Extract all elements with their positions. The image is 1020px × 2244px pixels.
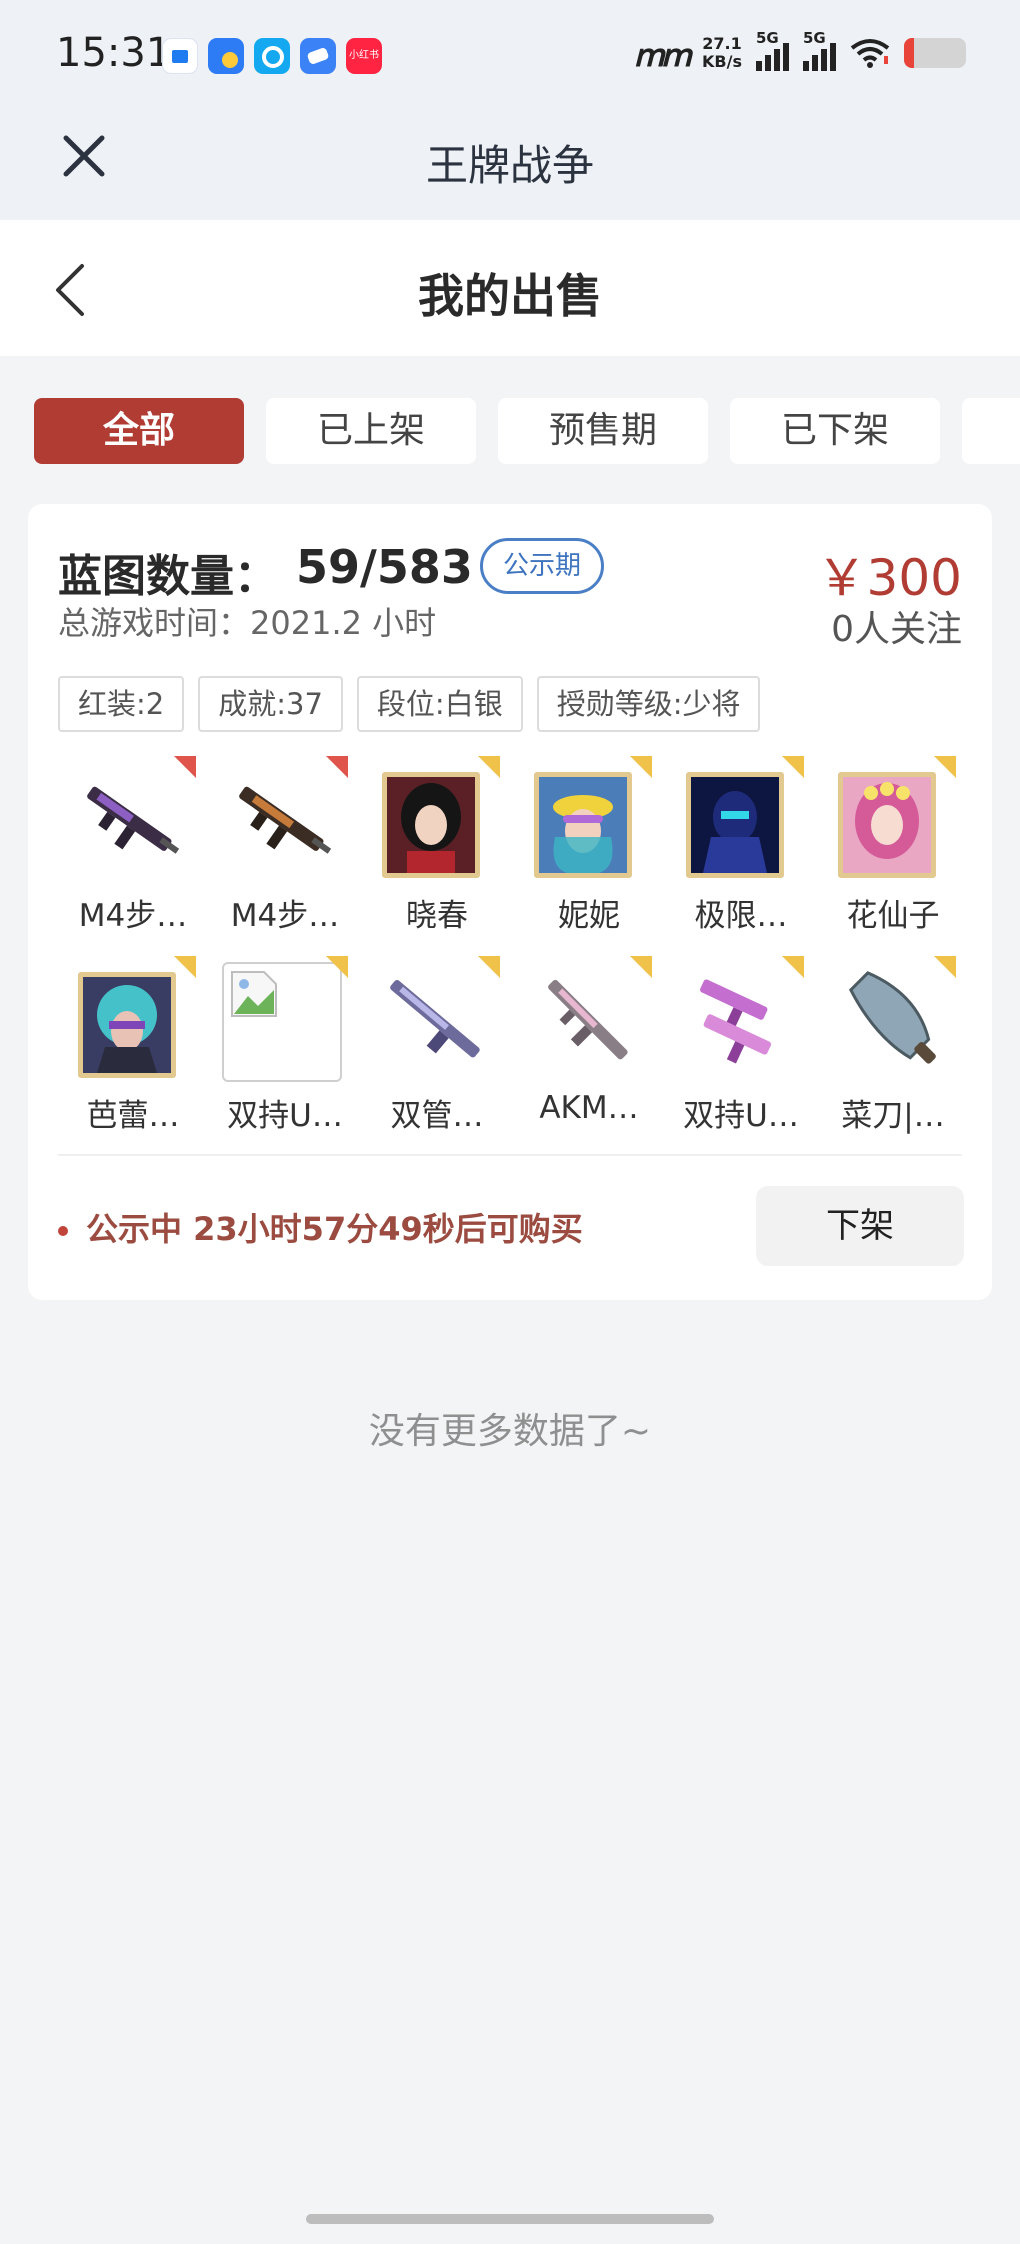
listing-card[interactable]: 蓝图数量： 59/583 公示期 总游戏时间：2021.2 小时 ￥300 0人… [28,504,992,1300]
signal-icon: 5G [756,29,789,71]
character-portrait [382,772,480,878]
tag-medal-level: 授勋等级:少将 [536,676,761,732]
character-portrait [838,772,936,878]
item-name: M4步… [78,898,188,934]
tag-red-gear: 红装:2 [58,676,185,732]
item-tile[interactable]: 妮妮 [514,754,654,944]
item-name: 妮妮 [558,898,620,934]
tab-presale[interactable]: 预售期 [498,398,708,464]
no-more-data: 没有更多数据了~ [368,1411,652,1452]
item-name: 晓春 [406,898,468,934]
item-name: 双持U… [227,1098,343,1134]
clock: 15:31 [56,30,172,76]
network-speed-value: 27.1 [702,34,742,53]
tab-more[interactable]: 已 [962,398,1020,464]
item-name: 双持U… [683,1098,799,1134]
app-notification-icon [208,38,244,74]
item-tile[interactable]: 双管… [362,954,502,1144]
rifle-icon [87,786,180,854]
attribute-tags: 红装:2 成就:37 段位:白银 授勋等级:少将 [58,676,761,732]
carrier-icon: ՠՠ [633,35,692,75]
item-tile[interactable]: AKM… [514,954,654,1144]
notice-text: 公示中 23小时57分49秒后可购买 [86,1210,583,1248]
filter-tabs: 全部 已上架 预售期 已下架 已 [34,398,1020,464]
notification-icons: 小红书 [162,38,382,74]
tab-all[interactable]: 全部 [34,398,244,464]
rifle-icon [239,786,332,854]
item-name: 芭蕾… [86,1098,180,1134]
item-tile[interactable]: M4步… [58,754,198,944]
blueprint-label: 蓝图数量： [58,551,278,602]
network-speed: 27.1 KB/s [702,35,742,71]
xiaohongshu-icon: 小红书 [346,38,382,74]
signal-label: 5G [803,29,826,47]
status-badge: 公示期 [480,538,605,594]
blueprint-count: 59/583 [296,540,473,594]
item-image [374,756,500,880]
item-name: 花仙子 [846,898,940,934]
item-name: 极限… [694,898,788,934]
character-portrait [686,772,784,878]
signal-icon: 5G [803,29,836,71]
tag-achievements: 成就:37 [198,676,343,732]
item-tile[interactable]: 芭蕾… [58,954,198,1144]
item-tile[interactable]: 双持U… [210,954,350,1144]
signal-label: 5G [756,29,779,47]
character-portrait [534,772,632,878]
tab-delisted[interactable]: 已下架 [730,398,940,464]
item-tile[interactable]: 菜刀|… [818,954,958,1144]
broken-image-icon [222,962,342,1082]
system-indicators: ՠՠ 27.1 KB/s 5G 5G [633,29,966,76]
item-name: M4步… [230,898,340,934]
smg-icon [700,979,772,1064]
item-tile[interactable]: 极限… [666,754,806,944]
item-image [830,956,956,1080]
item-image [222,756,348,880]
item-image [678,956,804,1080]
item-tile[interactable]: M4步… [210,754,350,944]
item-image [222,956,348,1082]
app-notification-icon [254,38,290,74]
cleaver-icon [848,971,936,1064]
divider [58,1154,962,1156]
follower-count: 0人关注 [831,609,962,650]
app-notification-icon [300,38,336,74]
item-name: 双管… [390,1098,484,1134]
page-title: 我的出售 [418,269,602,323]
item-name: AKM… [539,1090,639,1126]
item-image [678,756,804,880]
publicity-notice: 公示中 23小时57分49秒后可购买 [58,1204,583,1250]
network-speed-unit: KB/s [702,52,742,71]
item-image [830,756,956,880]
app-title: 王牌战争 [425,141,594,190]
app-notification-icon [162,38,198,74]
status-bar: 15:31 小红书 ՠՠ 27.1 KB/s 5G 5G [0,0,1020,112]
rifle-icon [548,979,628,1060]
bullet-dot-icon [58,1226,68,1236]
tab-listed[interactable]: 已上架 [266,398,476,464]
tag-rank: 段位:白银 [356,676,523,732]
playtime: 总游戏时间：2021.2 小时 [58,604,437,642]
delist-button[interactable]: 下架 [756,1186,964,1266]
battery-icon [904,38,966,68]
item-tile[interactable]: 晓春 [362,754,502,944]
shotgun-icon [390,979,480,1058]
page-header: 我的出售 [0,220,1020,356]
item-image [526,756,652,880]
item-tile[interactable]: 双持U… [666,954,806,1144]
item-image [70,756,196,880]
item-image [70,956,196,1080]
wifi-icon [850,39,890,68]
mini-app-titlebar: 王牌战争 [0,112,1020,220]
character-portrait [78,972,176,1078]
home-indicator[interactable] [306,2214,714,2224]
item-name: 菜刀|… [841,1098,945,1134]
item-image [526,956,652,1080]
item-tile[interactable]: 花仙子 [818,754,958,944]
item-image [374,956,500,1080]
